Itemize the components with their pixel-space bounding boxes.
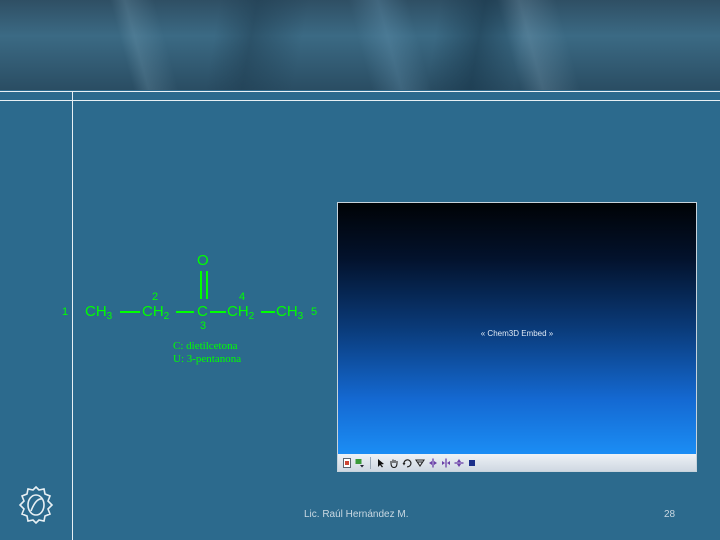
ch3-right: CH3: [276, 303, 304, 322]
select-arrow-icon[interactable]: [376, 458, 386, 468]
bond-1-2: [120, 311, 140, 313]
common-name: C: dietilcetona: [173, 340, 238, 352]
institution-logo-icon: [17, 484, 55, 526]
iupac-name: U: 3-pentanona: [173, 353, 242, 365]
dropdown-icon[interactable]: [355, 458, 365, 468]
hand-icon[interactable]: [389, 458, 399, 468]
zoom-icon[interactable]: [415, 458, 425, 468]
ch2-left: CH2: [142, 303, 170, 322]
toolbar-separator: [370, 456, 371, 469]
double-bond-right: [206, 271, 208, 299]
chem3d-viewport[interactable]: « Chem3D Embed »: [338, 203, 696, 455]
carbon-number-3: 3: [200, 320, 207, 332]
stop-icon[interactable]: [467, 458, 477, 468]
carbon-number-1: 1: [62, 306, 69, 318]
header-banner: [0, 0, 720, 90]
chem3d-embed[interactable]: « Chem3D Embed »: [337, 202, 697, 472]
double-bond-left: [200, 271, 202, 299]
header-rule-bottom: [0, 100, 720, 101]
carbon-number-4: 4: [239, 291, 246, 303]
page-icon[interactable]: [342, 457, 352, 468]
ch3-left: CH3: [85, 303, 113, 322]
rotate-x-icon[interactable]: [441, 458, 451, 468]
footer-author: Lic. Raúl Hernández M.: [304, 509, 409, 520]
oxygen-atom: O: [197, 252, 209, 269]
ch2-right: CH2: [227, 303, 255, 322]
chem3d-embed-label: « Chem3D Embed »: [480, 329, 554, 338]
pentanone-structure: O 1 CH3 2 CH2 C 3 4 CH2 CH3 5 C: dietilc…: [60, 240, 340, 380]
bond-2-3: [176, 311, 194, 313]
rotate-icon[interactable]: [402, 458, 412, 468]
carbonyl-carbon: C: [197, 303, 208, 320]
chem3d-toolbar: [338, 454, 696, 471]
page-number: 28: [664, 509, 676, 520]
bond-3-4: [210, 311, 226, 313]
carbon-number-2: 2: [152, 291, 159, 303]
header-rule-top: [0, 91, 720, 92]
trim-icon[interactable]: [454, 458, 464, 468]
rotate-y-icon[interactable]: [428, 458, 438, 468]
bond-4-5: [261, 311, 275, 313]
carbon-number-5: 5: [311, 306, 318, 318]
